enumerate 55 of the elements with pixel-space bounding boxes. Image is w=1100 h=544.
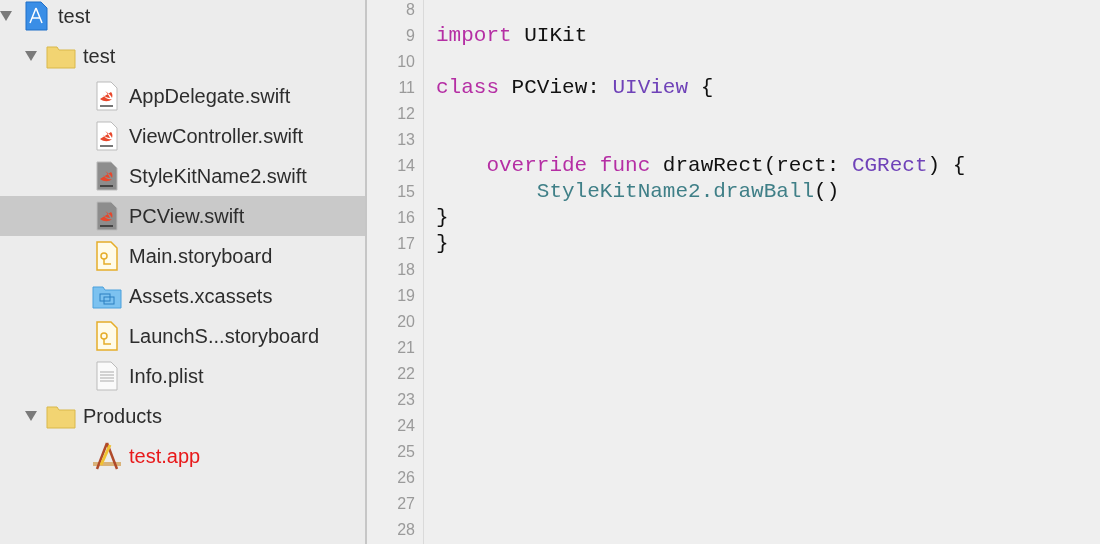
file-name: test [58, 4, 91, 28]
line-number: 12 [396, 104, 416, 124]
navigator-row[interactable]: Assets.xcassets [0, 276, 365, 316]
line-number: 19 [396, 286, 416, 306]
line-number: 11 [397, 78, 416, 98]
navigator-row[interactable]: AppDelegate.swift [0, 76, 365, 116]
code-line: import UIKit [436, 23, 588, 49]
file-name: LaunchS...storyboard [129, 324, 320, 348]
file-name: Info.plist [129, 364, 204, 388]
navigator-row[interactable]: LaunchS...storyboard [0, 316, 365, 356]
navigator-row[interactable]: test [0, 36, 365, 76]
line-number: 23 [396, 390, 416, 410]
navigator-row[interactable]: PCView.swift [0, 196, 365, 236]
code-line: class PCView: UIView { [436, 75, 714, 101]
code-line: override func drawRect(rect: CGRect) { [485, 153, 966, 179]
line-number: 27 [396, 494, 416, 514]
file-name: test [83, 44, 116, 68]
navigator-row[interactable]: Products [0, 396, 365, 436]
line-number: 20 [396, 312, 416, 332]
file-name: StyleKitName2.swift [129, 164, 307, 188]
file-name: Assets.xcassets [129, 284, 273, 308]
line-number: 26 [396, 468, 416, 488]
line-number: 8 [405, 0, 416, 20]
line-number: 22 [396, 364, 416, 384]
line-number: 13 [396, 130, 416, 150]
line-number: 25 [396, 442, 416, 462]
file-name: Products [83, 404, 162, 428]
navigator-row[interactable]: ViewController.swift [0, 116, 365, 156]
navigator-row[interactable]: Info.plist [0, 356, 365, 396]
line-number: 15 [396, 182, 416, 202]
disclosure-triangle-icon[interactable] [0, 10, 12, 22]
line-number: 17 [396, 234, 416, 254]
app-tools-icon [92, 441, 122, 471]
file-name: Main.storyboard [129, 244, 273, 268]
navigator-row[interactable]: StyleKitName2.swift [0, 156, 365, 196]
line-number: 10 [396, 52, 416, 72]
line-number: 24 [396, 416, 416, 436]
code-line: StyleKitName2.drawBall() [535, 179, 840, 205]
navigator-row[interactable]: Main.storyboard [0, 236, 365, 276]
file-name: ViewController.swift [129, 124, 304, 148]
line-number: 9 [405, 26, 416, 46]
line-number: 16 [396, 208, 416, 228]
file-name: test.app [129, 444, 201, 468]
disclosure-triangle-icon[interactable] [25, 50, 37, 62]
line-number: 14 [396, 156, 416, 176]
disclosure-triangle-icon[interactable] [25, 410, 37, 422]
navigator-row[interactable]: test [0, 0, 365, 36]
line-number: 18 [396, 260, 416, 280]
file-name: PCView.swift [129, 204, 245, 228]
line-number: 21 [396, 338, 416, 358]
line-number: 28 [396, 520, 416, 540]
code-line: } [436, 205, 449, 231]
file-name: AppDelegate.swift [129, 84, 291, 108]
code-line: } [436, 231, 449, 257]
navigator-row[interactable]: test.app [0, 436, 365, 476]
